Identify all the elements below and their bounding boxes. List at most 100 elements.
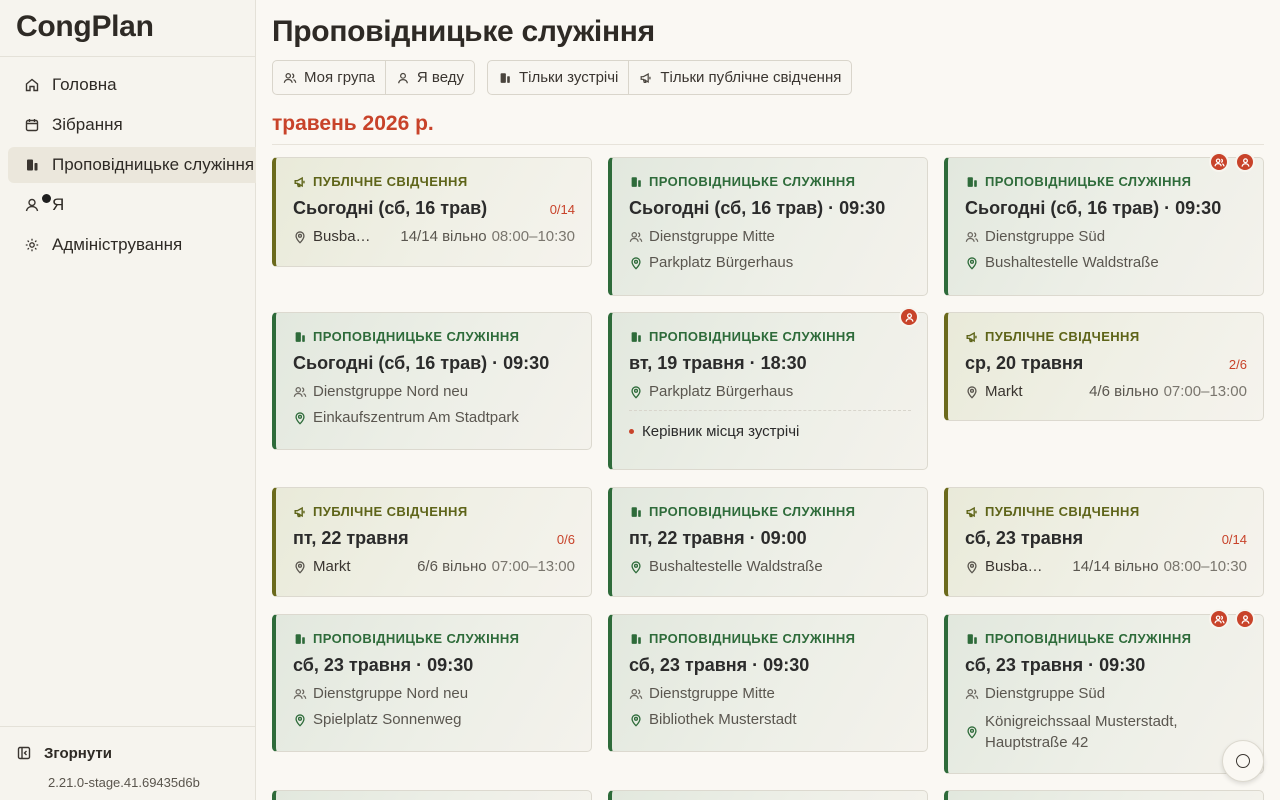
- ministry-icon: [629, 505, 643, 519]
- sidebar-item-admin[interactable]: Адміністрування: [8, 227, 256, 263]
- i-lead-button[interactable]: Я веду: [386, 61, 474, 94]
- card-title: Сьогодні (сб, 16 трав) · 09:30: [293, 353, 550, 373]
- field-service-card[interactable]: Проповідницьке служіння вт, 19 травня · …: [608, 307, 928, 470]
- app-brand: CongPlan: [0, 0, 255, 57]
- availability: 14/14 вільно: [400, 228, 487, 245]
- card-badges: [1209, 152, 1255, 172]
- sidebar-footer: Згорнути 2.21.0-stage.41.69435d6b: [0, 726, 256, 800]
- field-service-card[interactable]: [944, 790, 1264, 800]
- map-pin-icon: [293, 230, 307, 244]
- users-icon: [293, 385, 307, 399]
- user-icon: [396, 71, 410, 85]
- group-badge-icon: [1209, 609, 1229, 629]
- location-row: Bushaltestelle Waldstraße: [965, 254, 1247, 271]
- card-type: Проповідницьке служіння: [293, 631, 575, 646]
- sidebar-item-label: Зібрання: [52, 115, 123, 134]
- megaphone-icon: [639, 71, 653, 85]
- megaphone-icon: [293, 505, 307, 519]
- sidebar-item-meetings[interactable]: Зібрання: [8, 107, 256, 143]
- month-heading: травень 2026 р.: [272, 112, 434, 135]
- collapse-button[interactable]: Згорнути: [16, 739, 256, 767]
- page-title: Проповідницьке служіння: [272, 15, 655, 48]
- collapse-label: Згорнути: [44, 744, 112, 762]
- users-icon: [293, 687, 307, 701]
- ministry-icon: [24, 157, 40, 173]
- location-name: Markt: [313, 558, 351, 575]
- card-title: сб, 23 травня · 09:30: [629, 655, 810, 675]
- card-title: пт, 22 травня · 09:00: [629, 528, 807, 548]
- card-title: Сьогодні (сб, 16 трав) · 09:30: [629, 198, 886, 218]
- ministry-icon: [629, 330, 643, 344]
- map-pin-icon: [629, 385, 643, 399]
- card-type: Публічне свідчення: [965, 329, 1247, 344]
- location-row: Königreichssaal Musterstadt, Hauptstraße…: [965, 711, 1247, 753]
- map-pin-icon: [629, 713, 643, 727]
- field-service-card[interactable]: Проповідницьке служіння Сьогодні (сб, 16…: [608, 157, 928, 296]
- location-name: Busbahnhof: [313, 228, 373, 245]
- my-group-button[interactable]: Моя група: [273, 61, 386, 94]
- sidebar-item-label: Проповідницьке служіння: [52, 155, 255, 174]
- slots-count: 0/6: [556, 532, 575, 547]
- users-icon: [629, 230, 643, 244]
- public-witness-card[interactable]: Публічне свідчення сб, 23 травня 0/14 Bu…: [944, 487, 1264, 597]
- field-service-card[interactable]: Проповідницьке служіння сб, 23 травня · …: [608, 614, 928, 752]
- field-service-card[interactable]: Проповідницьке служіння Сьогодні (сб, 16…: [272, 312, 592, 450]
- ministry-icon: [293, 330, 307, 344]
- meetings-only-label: Тільки зустрічі: [518, 69, 619, 86]
- meetings-only-button[interactable]: Тільки зустрічі: [488, 61, 630, 94]
- ministry-icon: [293, 632, 307, 646]
- user-icon: [24, 197, 40, 213]
- card-title: сб, 23 травня · 09:30: [965, 655, 1146, 675]
- role-item: Керівник місця зустрічі: [629, 423, 911, 440]
- users-icon: [629, 687, 643, 701]
- card-badges: [899, 307, 919, 327]
- card-type: Проповідницьке служіння: [965, 174, 1247, 189]
- time-range: 08:00–10:30: [491, 228, 575, 245]
- group-row: Dienstgruppe Süd: [965, 685, 1247, 702]
- public-only-button[interactable]: Тільки публічне свідчення: [629, 61, 851, 94]
- field-service-card[interactable]: [272, 790, 592, 800]
- public-witness-card[interactable]: Публічне свідчення пт, 22 травня 0/6 Mar…: [272, 487, 592, 597]
- map-pin-icon: [629, 256, 643, 270]
- slots-count: 0/14: [1221, 532, 1247, 547]
- filter-group-people: Моя група Я веду: [272, 60, 475, 95]
- card-type: Публічне свідчення: [965, 504, 1247, 519]
- map-pin-icon: [629, 560, 643, 574]
- sidebar-item-me[interactable]: Я: [8, 187, 256, 223]
- ministry-icon: [498, 71, 512, 85]
- sidebar-item-field-service[interactable]: Проповідницьке служіння: [8, 147, 256, 183]
- circle-icon: [1236, 754, 1250, 768]
- time-range: 07:00–13:00: [491, 558, 575, 575]
- card-title: пт, 22 травня 0/6: [293, 528, 575, 548]
- my-group-label: Моя група: [304, 69, 375, 86]
- collapse-icon: [16, 745, 32, 761]
- sidebar-item-home[interactable]: Головна: [8, 67, 256, 103]
- card-title: сб, 23 травня · 09:30: [293, 655, 474, 675]
- location-name: Markt: [985, 383, 1023, 400]
- field-service-card[interactable]: Проповідницьке служіння Сьогодні (сб, 16…: [944, 152, 1264, 296]
- group-name: Dienstgruppe Nord neu: [313, 383, 469, 400]
- card-divider: [629, 410, 911, 411]
- sidebar: CongPlan Головна Зібрання Проповідницьке…: [0, 0, 256, 800]
- users-icon: [965, 687, 979, 701]
- location-name: Parkplatz Bürgerhaus: [649, 254, 794, 271]
- map-pin-icon: [293, 713, 307, 727]
- public-witness-card[interactable]: Публічне свідчення Сьогодні (сб, 16 трав…: [272, 157, 592, 267]
- ministry-icon: [965, 632, 979, 646]
- field-service-card[interactable]: Проповідницьке служіння пт, 22 травня · …: [608, 487, 928, 597]
- card-type: Проповідницьке служіння: [629, 504, 911, 519]
- field-service-card[interactable]: Проповідницьке служіння сб, 23 травня · …: [944, 609, 1264, 774]
- location-row: Parkplatz Bürgerhaus: [629, 383, 911, 400]
- main-content: Проповідницьке служіння Моя група Я веду…: [256, 0, 1280, 800]
- public-witness-card[interactable]: Публічне свідчення ср, 20 травня 2/6 Mar…: [944, 312, 1264, 421]
- floating-action-button[interactable]: [1222, 740, 1264, 782]
- field-service-card[interactable]: Проповідницьке служіння сб, 23 травня · …: [272, 614, 592, 752]
- field-service-card[interactable]: [608, 790, 928, 800]
- group-name: Dienstgruppe Süd: [985, 685, 1106, 702]
- card-type: Проповідницьке служіння: [965, 631, 1247, 646]
- location-row: Einkaufszentrum Am Stadtpark: [293, 409, 575, 426]
- location-row: Busbahnhof 14/14 вільно 08:00–10:30: [293, 228, 575, 245]
- megaphone-icon: [293, 175, 307, 189]
- sidebar-item-label: Адміністрування: [52, 235, 183, 254]
- location-row: Markt 4/6 вільно 07:00–13:00: [965, 383, 1247, 400]
